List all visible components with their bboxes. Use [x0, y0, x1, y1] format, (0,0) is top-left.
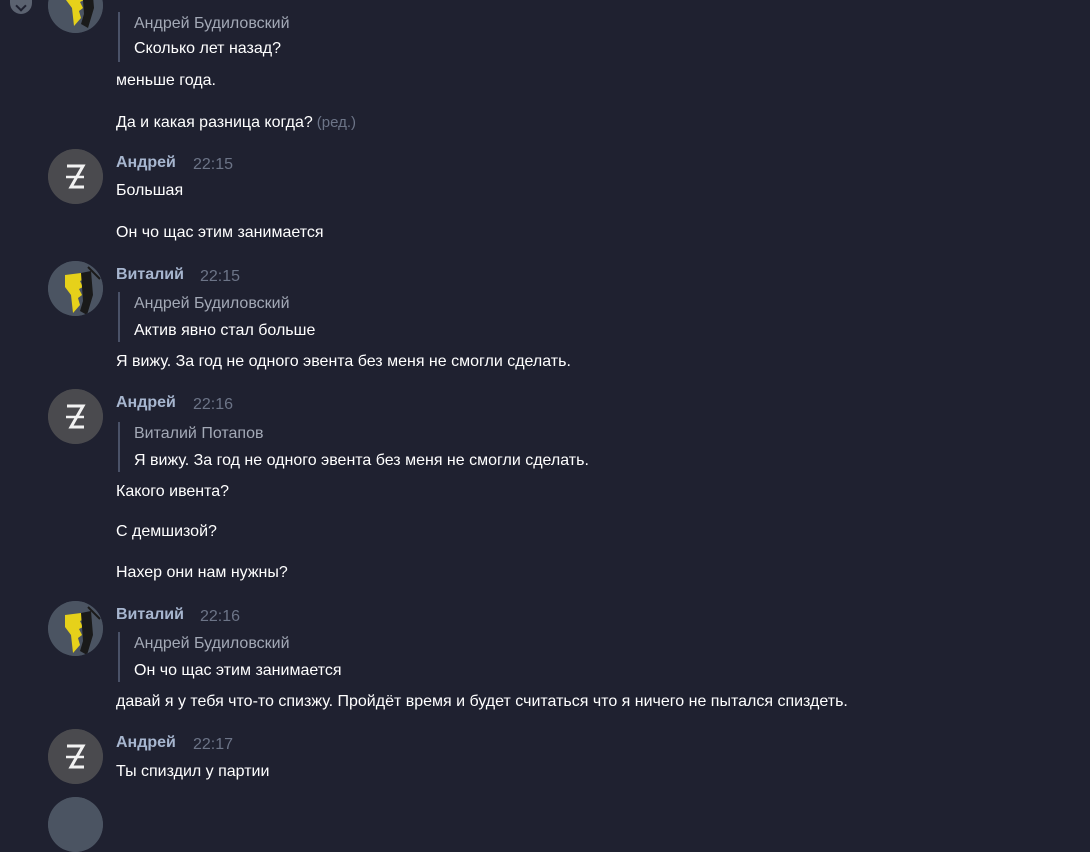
message-text: Да и какая разница когда? (ред.) — [116, 113, 356, 133]
andrey-avatar-icon — [48, 149, 103, 204]
avatar-andrey[interactable] — [48, 389, 103, 444]
message-timestamp: 22:16 — [200, 608, 241, 625]
avatar-vitaly[interactable] — [48, 797, 103, 852]
message-line: Да и какая разница когда? — [116, 114, 313, 131]
avatar-andrey[interactable] — [48, 729, 103, 784]
avatar-andrey[interactable] — [48, 149, 103, 204]
andrey-avatar-icon — [48, 389, 103, 444]
quote-text: Актив явно стал больше — [134, 322, 316, 339]
message-timestamp: 22:17 — [193, 736, 234, 753]
author-name[interactable]: Андрей — [116, 393, 176, 413]
message-text: Я вижу. За год не одного эвента без меня… — [116, 353, 571, 370]
quote-author[interactable]: Андрей Будиловский — [134, 634, 290, 654]
quote-text: Сколько лет назад? — [134, 40, 281, 57]
message-timestamp: 22:15 — [200, 268, 241, 285]
vitaly-avatar-icon — [48, 0, 103, 33]
quote-author[interactable]: Андрей Будиловский — [134, 294, 290, 314]
avatar-vitaly[interactable] — [48, 261, 103, 316]
scroll-up-icon[interactable] — [10, 0, 32, 14]
vitaly-avatar-icon — [48, 797, 103, 852]
message-text: меньше года. — [116, 72, 216, 89]
quote-author[interactable]: Андрей Будиловский — [134, 14, 290, 34]
avatar-vitaly[interactable] — [48, 601, 103, 656]
message-timestamp: 22:16 — [193, 396, 234, 413]
quote-text: Он чо щас этим занимается — [134, 662, 342, 679]
andrey-avatar-icon — [48, 729, 103, 784]
quote-bar — [118, 292, 120, 342]
message-text: давай я у тебя что-то спизжу. Пройдёт вр… — [116, 693, 848, 710]
author-name[interactable]: Виталий — [116, 265, 184, 285]
quote-bar — [118, 632, 120, 682]
author-name[interactable]: Андрей — [116, 153, 176, 173]
message-text: Большая — [116, 182, 184, 199]
quote-author[interactable]: Виталий Потапов — [134, 424, 263, 444]
author-name[interactable]: Виталий — [116, 605, 184, 625]
message-timestamp: 22:15 — [193, 156, 234, 173]
vitaly-avatar-icon — [48, 601, 103, 656]
message-text: Нахер они нам нужны? — [116, 564, 288, 581]
quote-bar — [118, 12, 120, 62]
author-name[interactable]: Андрей — [116, 733, 176, 753]
quote-text: Я вижу. За год не одного эвента без меня… — [134, 452, 589, 469]
vitaly-avatar-icon — [48, 261, 103, 316]
message-text: Какого ивента? — [116, 483, 230, 500]
message-text: Он чо щас этим занимается — [116, 224, 324, 241]
edited-label: (ред.) — [316, 114, 356, 131]
message-text: С демшизой? — [116, 523, 217, 540]
avatar-vitaly[interactable] — [48, 0, 103, 33]
quote-bar — [118, 422, 120, 472]
message-text: Ты спиздил у партии — [116, 763, 270, 780]
